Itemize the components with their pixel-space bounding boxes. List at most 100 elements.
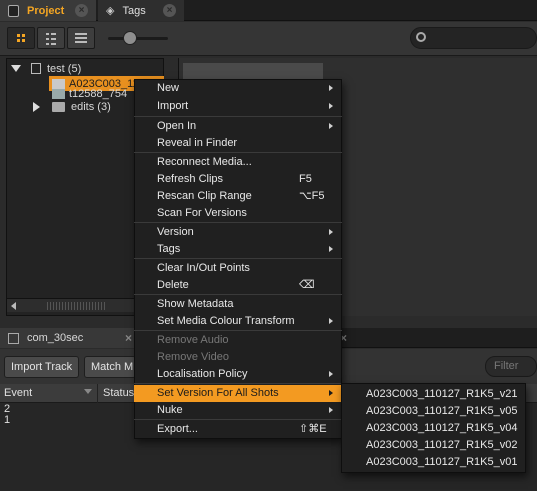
menu-item-show-metadata[interactable]: Show Metadata: [134, 296, 342, 313]
search-icon: [416, 32, 426, 42]
menu-separator: [134, 330, 342, 331]
menu-separator: [134, 258, 342, 259]
menu-item-localisation-policy[interactable]: Localisation Policy: [134, 366, 342, 383]
menu-item-export[interactable]: Export... ⇧⌘E: [134, 421, 342, 438]
menu-item-label: Remove Audio: [157, 334, 229, 346]
submenu-arrow-icon: [329, 229, 333, 235]
menu-item-tags[interactable]: Tags: [134, 241, 342, 258]
tag-icon: ◈: [106, 5, 115, 17]
grid-view-button[interactable]: [7, 27, 35, 49]
close-icon[interactable]: ×: [163, 4, 176, 17]
detail-view-button[interactable]: [37, 27, 65, 49]
menu-item-label: Reveal in Finder: [157, 137, 238, 149]
menu-item-label: Localisation Policy: [157, 368, 248, 380]
menu-item-label: Set Version For All Shots: [157, 387, 279, 399]
menu-item-remove-audio: Remove Audio: [134, 332, 342, 349]
submenu-arrow-icon: [329, 371, 333, 377]
tree-root[interactable]: test (5): [6, 61, 156, 76]
menu-item-label: Rescan Clip Range: [157, 190, 252, 202]
tab-sequence[interactable]: com_30sec ×: [0, 328, 140, 348]
submenu-arrow-icon: [329, 103, 333, 109]
expand-icon[interactable]: [11, 65, 21, 72]
expand-icon[interactable]: [33, 101, 40, 112]
menu-item-label: Refresh Clips: [157, 173, 224, 185]
version-option[interactable]: A023C003_110127_R1K5_v05: [341, 403, 526, 420]
column-divider[interactable]: [97, 384, 98, 403]
menu-item-delete[interactable]: Delete ⌫: [134, 277, 342, 294]
tab-project-label: Project: [27, 4, 65, 17]
menu-item-reconnect-media[interactable]: Reconnect Media...: [134, 154, 342, 171]
menu-separator: [134, 419, 342, 420]
tree-item-label: edits (3): [71, 100, 111, 113]
submenu-arrow-icon: [329, 85, 333, 91]
menu-item-label: Export...: [157, 423, 198, 435]
menu-item-rescan-clip-range[interactable]: Rescan Clip Range ⌥F5: [134, 188, 342, 205]
sequence-icon: [8, 332, 19, 344]
project-icon: [31, 63, 41, 74]
menu-item-reveal-in-finder[interactable]: Reveal in Finder: [134, 135, 342, 152]
menu-item-clear-in-out-points[interactable]: Clear In/Out Points: [134, 260, 342, 277]
thumbnail-size-slider[interactable]: [108, 37, 168, 40]
menu-item-label: Reconnect Media...: [157, 156, 252, 168]
tab-sequence-label: com_30sec: [27, 332, 84, 344]
version-option[interactable]: A023C003_110127_R1K5_v02: [341, 437, 526, 454]
menu-item-set-version-for-all-shots[interactable]: Set Version For All Shots: [134, 385, 342, 402]
tree-root-label: test (5): [47, 62, 82, 75]
menu-item-label: New: [157, 82, 180, 94]
submenu-arrow-icon: [329, 123, 333, 129]
menu-item-label: Open In: [157, 120, 197, 132]
menu-item-remove-video: Remove Video: [134, 349, 342, 366]
version-option[interactable]: A023C003_110127_R1K5_v04: [341, 420, 526, 437]
tab-project[interactable]: Project ×: [0, 0, 96, 21]
close-icon[interactable]: ×: [75, 4, 88, 17]
submenu-arrow-icon: [329, 390, 333, 396]
submenu-arrow-icon: [329, 318, 333, 324]
column-event[interactable]: Event: [4, 387, 32, 399]
menu-separator: [134, 383, 342, 384]
menu-item-import[interactable]: Import: [134, 98, 342, 115]
menu-item-set-media-colour-transform[interactable]: Set Media Colour Transform: [134, 313, 342, 330]
menu-item-label: Delete: [157, 279, 189, 291]
grid-icon: [17, 34, 26, 43]
menu-item-shortcut: ⌥F5: [299, 190, 325, 202]
slider-knob[interactable]: [123, 31, 137, 45]
column-status[interactable]: Status: [103, 387, 134, 399]
menu-item-label: Nuke: [157, 404, 183, 416]
menu-item-label: Set Media Colour Transform: [157, 315, 295, 327]
submenu-arrow-icon: [329, 407, 333, 413]
menu-item-label: Remove Video: [157, 351, 229, 363]
scroll-left-icon[interactable]: [11, 302, 16, 310]
tab-tags-label: Tags: [122, 4, 146, 17]
menu-item-label: Import: [157, 100, 189, 112]
menu-separator: [134, 152, 342, 153]
menu-item-label: Show Metadata: [157, 298, 234, 310]
menu-separator: [134, 116, 342, 117]
menu-item-refresh-clips[interactable]: Refresh Clips F5: [134, 171, 342, 188]
menu-item-open-in[interactable]: Open In: [134, 118, 342, 135]
menu-item-version[interactable]: Version: [134, 224, 342, 241]
menu-item-label: Version: [157, 226, 194, 238]
menu-item-shortcut: F5: [299, 173, 312, 185]
version-option[interactable]: A023C003_110127_R1K5_v21: [341, 386, 526, 403]
submenu-arrow-icon: [329, 246, 333, 252]
tree-item-label: t12588_754: [69, 87, 128, 100]
tab-tags[interactable]: ◈ Tags ×: [98, 0, 184, 21]
filter-input[interactable]: Filter: [485, 356, 537, 377]
bin-icon: [52, 101, 65, 112]
close-icon[interactable]: ×: [125, 331, 132, 345]
table-row[interactable]: 1: [4, 414, 10, 426]
menu-item-label: Clear In/Out Points: [157, 262, 250, 274]
menu-item-scan-for-versions[interactable]: Scan For Versions: [134, 205, 342, 222]
list-view-button[interactable]: [67, 27, 95, 49]
import-track-button[interactable]: Import Track: [4, 356, 80, 378]
scroll-grip[interactable]: [47, 302, 107, 310]
clip-icon: [52, 88, 65, 99]
menu-item-new[interactable]: New: [134, 80, 342, 97]
version-option[interactable]: A023C003_110127_R1K5_v01: [341, 454, 526, 471]
project-icon: [8, 4, 19, 17]
sort-icon[interactable]: [84, 389, 92, 394]
menu-item-nuke[interactable]: Nuke: [134, 402, 342, 419]
match-media-button[interactable]: Match M: [84, 356, 136, 378]
menu-item-shortcut: ⇧⌘E: [299, 423, 327, 435]
search-input[interactable]: [410, 27, 537, 49]
